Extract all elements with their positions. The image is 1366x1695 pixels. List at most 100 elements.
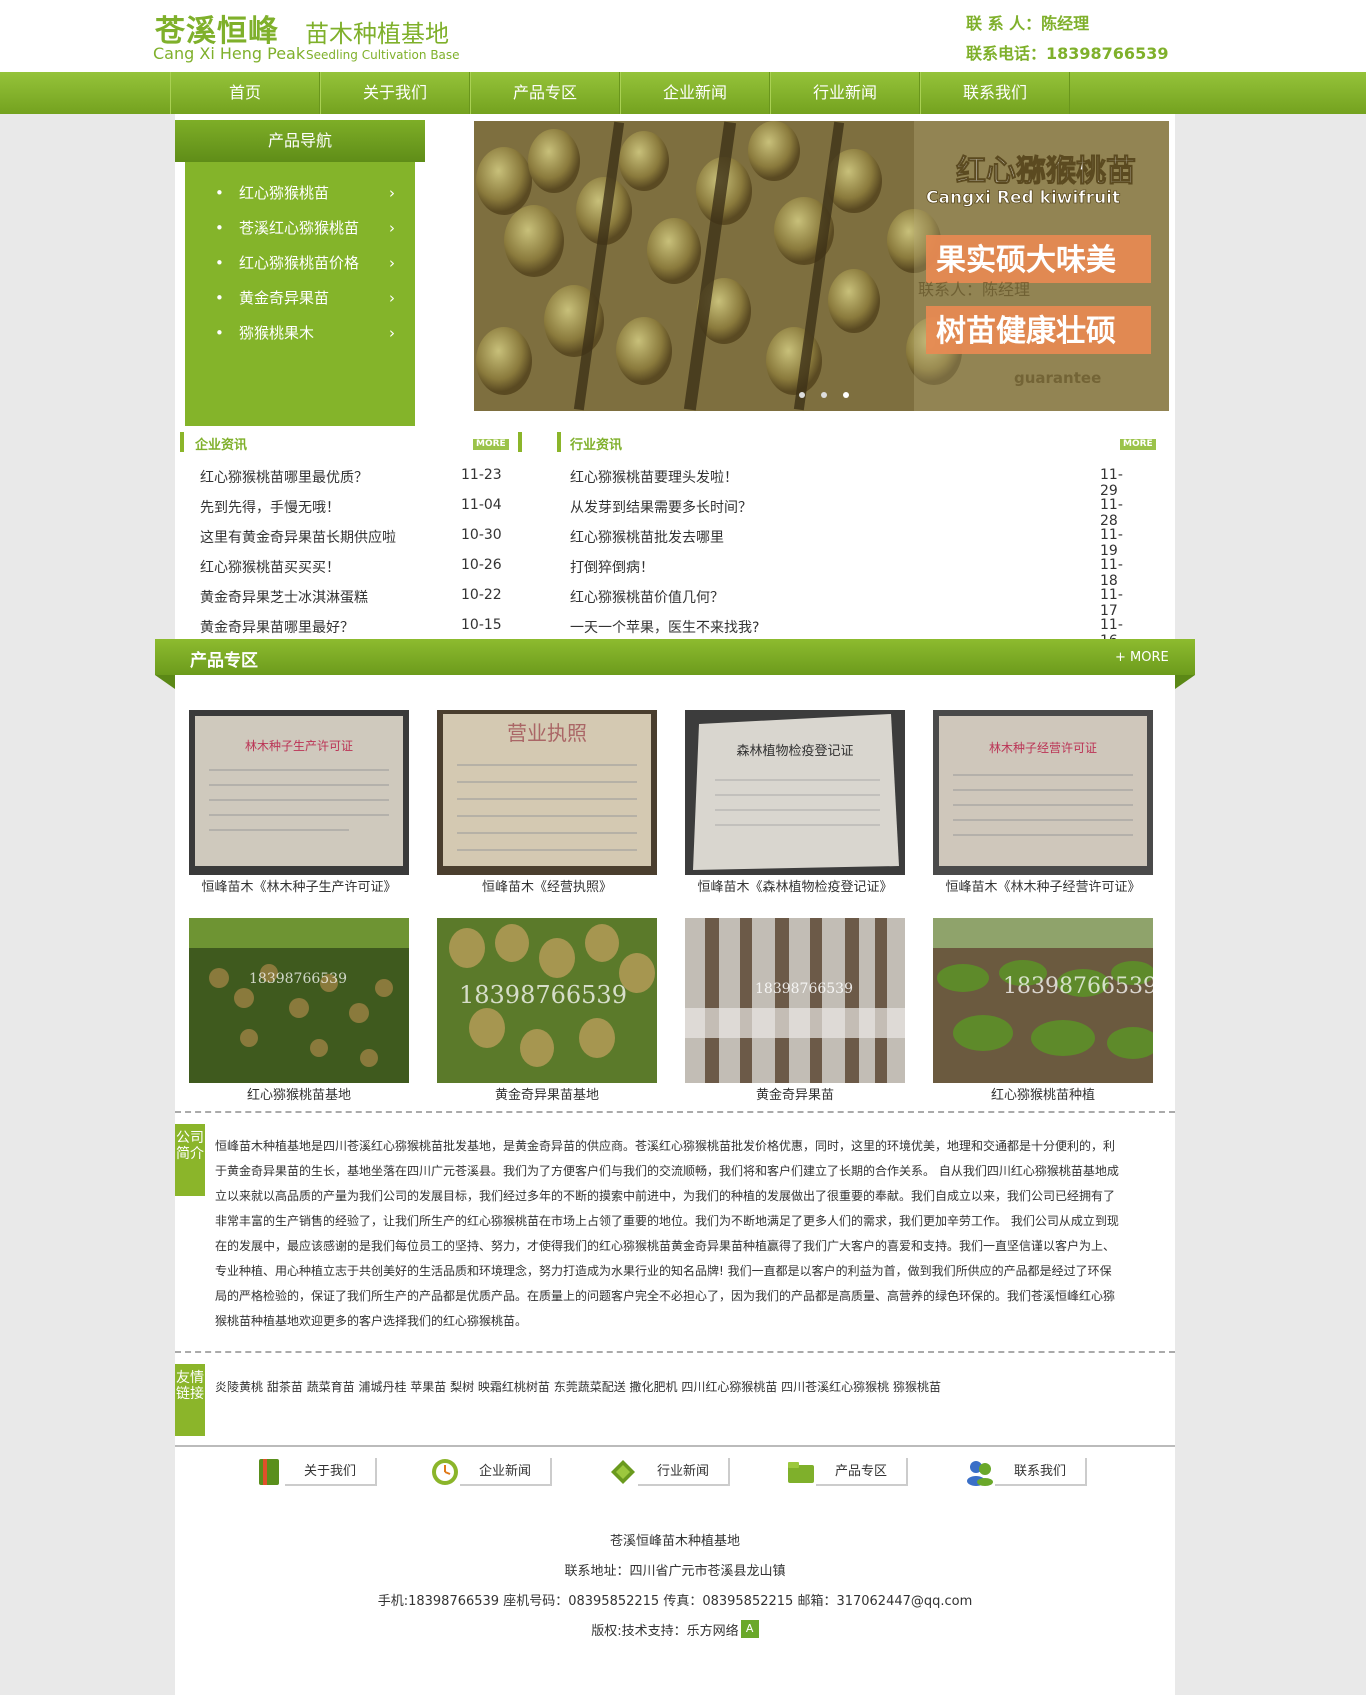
intro-tab: 公司简介: [175, 1124, 205, 1196]
product-caption[interactable]: 恒峰苗木《经营执照》: [427, 876, 667, 895]
banner-title: 红心猕猴桃苗: [956, 154, 1136, 189]
banner-line-1: 果实硕大味美: [936, 243, 1116, 278]
news-item[interactable]: 红心猕猴桃苗买买买！ 10-26: [200, 557, 505, 587]
nav-home[interactable]: 首页: [170, 72, 320, 114]
product-nav-item[interactable]: • 黄金奇异果苗 ›: [215, 281, 405, 315]
product-thumb[interactable]: 18398766539: [933, 918, 1153, 1083]
svg-text:18398766539: 18398766539: [249, 971, 347, 987]
news-item[interactable]: 红心猕猴桃苗批发去哪里 11-19: [570, 527, 1140, 559]
bullet-icon: •: [215, 289, 224, 307]
product-nav-item[interactable]: • 苍溪红心猕猴桃苗 ›: [215, 211, 405, 245]
nav-products[interactable]: 产品专区: [470, 72, 620, 114]
nav-about[interactable]: 关于我们: [320, 72, 470, 114]
ribbon-fold: [1175, 675, 1195, 689]
news-item[interactable]: 先到先得，手慢无哦！ 11-04: [200, 497, 505, 527]
svg-text:18398766539: 18398766539: [1003, 974, 1153, 999]
news-date: 11-28: [1100, 497, 1123, 529]
chevron-right-icon: ›: [389, 219, 395, 237]
logo-en: Cang Xi Heng Peak: [153, 44, 306, 63]
news-date: 11-18: [1100, 557, 1123, 589]
banner-ghost-text: 联系人：陈经理: [918, 280, 1030, 299]
slide-dot[interactable]: [799, 392, 805, 398]
leaf-icon: [611, 1460, 635, 1484]
product-thumb[interactable]: 林木种子生产许可证: [189, 710, 409, 875]
bullet-icon: •: [215, 324, 224, 342]
chevron-right-icon: ›: [389, 289, 395, 307]
footer-divider: [175, 1445, 1175, 1447]
footer-company-name: 苍溪恒峰苗木种植基地: [609, 1534, 740, 1549]
products-header-bar: [155, 639, 1195, 675]
cnzz-stat-icon[interactable]: A: [740, 1620, 759, 1638]
product-caption[interactable]: 黄金奇异果苗: [675, 1084, 915, 1103]
footer-copyright: 版权:技术支持：乐方网络 A: [175, 1620, 1175, 1639]
products-more-link[interactable]: + MORE: [1115, 650, 1169, 665]
friend-links[interactable]: 炎陵黄桃 甜茶苗 蔬菜育苗 浦城丹桂 苹果苗 梨树 映霜红桃树苗 东莞蔬菜配送 …: [215, 1378, 941, 1395]
bullet-icon: •: [215, 219, 224, 237]
product-caption[interactable]: 恒峰苗木《林木种子生产许可证》: [179, 876, 419, 895]
news-item[interactable]: 从发芽到结果需要多长时间？ 11-28: [570, 497, 1140, 529]
company-news-title: 企业资讯: [195, 438, 248, 453]
bullet-icon: •: [215, 254, 224, 272]
product-caption[interactable]: 黄金奇异果苗基地: [427, 1084, 667, 1103]
industry-news-more[interactable]: MORE: [1120, 439, 1156, 450]
logo-en-subtitle: Seedling Cultivation Base: [306, 48, 460, 62]
chevron-right-icon: ›: [389, 254, 395, 272]
news-item[interactable]: 这里有黄金奇异果苗长期供应啦 10-30: [200, 527, 505, 557]
footer-address: 联系地址：四川省广元市苍溪县龙山镇: [564, 1564, 786, 1579]
news-date: 10-15: [461, 617, 502, 633]
product-thumb[interactable]: 18398766539: [189, 918, 409, 1083]
product-thumb[interactable]: 林木种子经营许可证: [933, 710, 1153, 875]
news-item[interactable]: 打倒猝倒病！ 11-18: [570, 557, 1140, 589]
product-thumb[interactable]: 森林植物检疫登记证: [685, 710, 905, 875]
news-item[interactable]: 红心猕猴桃苗哪里最优质？ 11-23: [200, 467, 505, 497]
links-tab: 友情链接: [175, 1364, 205, 1436]
news-item[interactable]: 红心猕猴桃苗价值几何？ 11-17: [570, 587, 1140, 619]
news-divider: [518, 432, 522, 452]
certificate-image: 林木种子生产许可证: [189, 710, 409, 875]
banner-en: Cangxi Red kiwifruit: [926, 188, 1120, 208]
certificate-image: 森林植物检疫登记证: [685, 710, 905, 875]
news-date: 10-26: [461, 557, 502, 573]
news-date: 10-30: [461, 527, 502, 543]
news-item[interactable]: 黄金奇异果芝士冰淇淋蛋糕 10-22: [200, 587, 505, 617]
nav-industry-news[interactable]: 行业新闻: [770, 72, 920, 114]
product-thumb[interactable]: 营业执照: [437, 710, 657, 875]
main-nav: 首页 关于我们 产品专区 企业新闻 行业新闻 联系我们: [0, 72, 1366, 114]
news-date: 10-22: [461, 587, 502, 603]
banner-line-2: 树苗健康壮硕: [936, 314, 1116, 349]
news-date: 11-29: [1100, 467, 1123, 499]
products-title: 产品专区: [190, 651, 258, 671]
nav-contact[interactable]: 联系我们: [920, 72, 1070, 114]
svg-text:森林植物检疫登记证: 森林植物检疫登记证: [736, 743, 853, 759]
section-divider: [175, 1111, 1175, 1113]
logo-subtitle: 苗木种植基地: [305, 20, 449, 48]
company-intro-text: 恒峰苗木种植基地是四川苍溪红心猕猴桃苗批发基地，是黄金奇异苗的供应商。苍溪红心猕…: [215, 1139, 1119, 1328]
product-nav-item[interactable]: • 红心猕猴桃苗价格 ›: [215, 246, 405, 280]
svg-text:18398766539: 18398766539: [459, 981, 627, 1009]
product-caption[interactable]: 红心猕猴桃苗基地: [179, 1084, 419, 1103]
product-caption[interactable]: 恒峰苗木《林木种子经营许可证》: [923, 876, 1163, 895]
seedling-field-image: 18398766539: [933, 918, 1153, 1083]
clock-icon: [432, 1459, 458, 1485]
slide-dot[interactable]: [821, 392, 827, 398]
company-news-more[interactable]: MORE: [473, 439, 509, 450]
product-thumb[interactable]: 18398766539: [685, 918, 905, 1083]
seedling-bundle-image: 18398766539: [685, 918, 905, 1083]
chevron-right-icon: ›: [389, 324, 395, 342]
banner-slideshow[interactable]: 红心猕猴桃苗 Cangxi Red kiwifruit 果实硕大味美 联系人：陈…: [474, 121, 1169, 411]
news-divider: [180, 432, 184, 452]
slide-dot-active[interactable]: [843, 392, 849, 398]
ribbon-fold: [155, 675, 175, 689]
product-thumb[interactable]: 18398766539: [437, 918, 657, 1083]
contact-person: 联 系 人：陈经理: [966, 14, 1090, 33]
svg-text:林木种子经营许可证: 林木种子经营许可证: [989, 741, 1097, 755]
product-nav-item[interactable]: • 猕猴桃果木 ›: [215, 316, 405, 350]
product-nav-item[interactable]: • 红心猕猴桃苗 ›: [215, 176, 405, 210]
product-caption[interactable]: 红心猕猴桃苗种植: [923, 1084, 1163, 1103]
chevron-right-icon: ›: [389, 184, 395, 202]
section-divider: [175, 1351, 1175, 1353]
product-caption[interactable]: 恒峰苗木《森林植物检疫登记证》: [675, 876, 915, 895]
book-icon: [259, 1459, 279, 1485]
news-item[interactable]: 红心猕猴桃苗要理头发啦！ 11-29: [570, 467, 1140, 499]
nav-company-news[interactable]: 企业新闻: [620, 72, 770, 114]
